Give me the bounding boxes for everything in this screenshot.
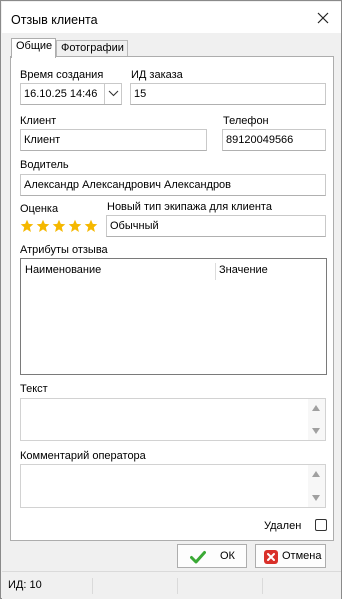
created-time-label: Время создания <box>20 69 104 81</box>
order-id-label: ИД заказа <box>131 69 183 81</box>
x-icon <box>264 550 278 564</box>
scroll-down-icon[interactable] <box>312 428 320 434</box>
driver-field[interactable]: Александр Александрович Александров <box>20 174 326 196</box>
deleted-checkbox[interactable] <box>315 519 327 531</box>
status-divider <box>177 578 178 594</box>
tab-photos[interactable]: Фотографии <box>56 40 128 57</box>
tab-general[interactable]: Общие <box>11 38 56 58</box>
created-time-picker[interactable]: 16.10.25 14:46 <box>20 83 122 105</box>
ok-button[interactable]: ОК <box>177 544 247 568</box>
vehicle-type-label: Новый тип экипажа для клиента <box>107 201 272 213</box>
created-time-value: 16.10.25 14:46 <box>24 88 98 100</box>
deleted-label: Удален <box>264 520 302 532</box>
grid-header-value[interactable]: Значение <box>219 259 268 281</box>
star-icon[interactable] <box>68 219 82 233</box>
status-divider <box>92 578 93 594</box>
grid-header-name[interactable]: Наименование <box>25 259 101 281</box>
cancel-button[interactable]: Отмена <box>255 544 326 568</box>
driver-label: Водитель <box>20 159 69 171</box>
attributes-grid[interactable]: Наименование Значение <box>20 258 327 375</box>
window-title: Отзыв клиента <box>11 13 98 27</box>
vehicle-type-select[interactable]: Обычный <box>106 215 326 237</box>
cancel-button-label: Отмена <box>282 550 322 562</box>
status-id: ИД: 10 <box>8 579 42 591</box>
scroll-up-icon[interactable] <box>312 405 320 411</box>
status-bar: ИД: 10 <box>2 571 341 599</box>
review-dialog: Отзыв клиента Общие Фотографии Время соз… <box>0 0 342 599</box>
star-icon[interactable] <box>84 219 98 233</box>
star-icon[interactable] <box>52 219 66 233</box>
operator-comment-label: Комментарий оператора <box>20 450 146 462</box>
client-field[interactable]: Клиент <box>20 129 207 151</box>
close-icon[interactable] <box>313 8 333 28</box>
phone-field[interactable]: 89120049566 <box>222 129 326 151</box>
attributes-label: Атрибуты отзыва <box>20 244 108 256</box>
star-icon[interactable] <box>20 219 34 233</box>
operator-comment-scrollbar[interactable] <box>308 465 325 507</box>
rating-label: Оценка <box>20 203 59 215</box>
operator-comment-memo[interactable] <box>20 464 326 508</box>
general-tab-panel: Время создания 16.10.25 14:46 ИД заказа … <box>10 56 334 541</box>
star-icon[interactable] <box>36 219 50 233</box>
order-id-field[interactable]: 15 <box>130 83 326 105</box>
client-label: Клиент <box>20 115 57 127</box>
text-memo[interactable] <box>20 398 326 441</box>
scroll-up-icon[interactable] <box>312 471 320 477</box>
chevron-down-icon[interactable] <box>104 84 121 104</box>
phone-label: Телефон <box>223 115 269 127</box>
checkmark-icon <box>190 551 206 564</box>
rating-stars[interactable] <box>20 219 98 233</box>
text-memo-scrollbar[interactable] <box>308 399 325 440</box>
title-bar: Отзыв клиента <box>2 2 341 33</box>
grid-header-divider <box>215 263 216 280</box>
scroll-down-icon[interactable] <box>312 495 320 501</box>
ok-button-label: ОК <box>220 550 235 562</box>
text-label: Текст <box>20 383 48 395</box>
status-divider <box>262 578 263 594</box>
